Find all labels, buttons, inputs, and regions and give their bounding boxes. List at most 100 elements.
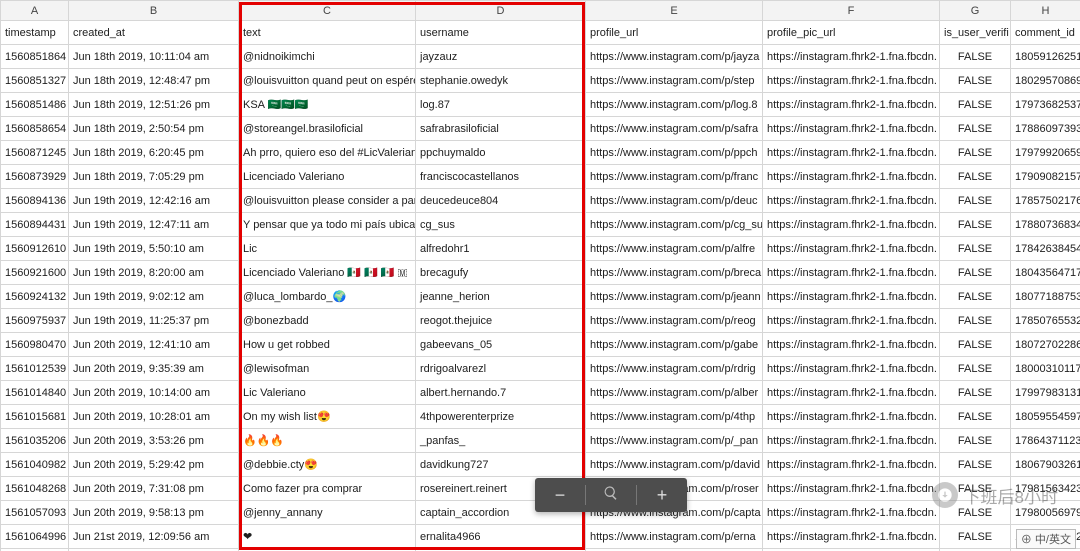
col-header-C[interactable]: C [239,1,416,21]
cell[interactable]: 1560894136 [1,189,69,213]
header-cell[interactable]: profile_url [586,21,763,45]
cell[interactable]: FALSE [940,405,1011,429]
cell[interactable]: Como fazer pra comprar [239,477,416,501]
cell[interactable]: https://instagram.fhrk2-1.fna.fbcdn. [763,357,940,381]
cell[interactable]: https://www.instagram.com/p/cg_su [586,213,763,237]
cell[interactable]: FALSE [940,309,1011,333]
cell[interactable]: Y pensar que ya todo mi país ubica e [239,213,416,237]
cell[interactable]: https://instagram.fhrk2-1.fna.fbcdn. [763,285,940,309]
cell[interactable]: 17909082157 [1011,165,1080,189]
cell[interactable]: 4thpowerenterprize [416,405,586,429]
cell[interactable]: 1561035206 [1,429,69,453]
cell[interactable]: @luca_lombardo_🌍 [239,285,416,309]
cell[interactable]: 1560873929 [1,165,69,189]
cell[interactable]: albert.hernando.7 [416,381,586,405]
cell[interactable]: KSA 🇸🇦🇸🇦🇸🇦 [239,93,416,117]
cell[interactable]: https://www.instagram.com/p/breca [586,261,763,285]
cell[interactable]: 1560912610 [1,237,69,261]
cell[interactable]: https://www.instagram.com/p/reog [586,309,763,333]
col-header-F[interactable]: F [763,1,940,21]
cell[interactable]: 1560980470 [1,333,69,357]
col-header-A[interactable]: A [1,1,69,21]
cell[interactable]: https://instagram.fhrk2-1.fna.fbcdn. [763,405,940,429]
header-cell[interactable]: created_at [69,21,239,45]
header-cell[interactable]: username [416,21,586,45]
cell[interactable]: 18067903261 [1011,453,1080,477]
cell[interactable]: FALSE [940,117,1011,141]
cell[interactable]: Ah prro, quiero eso del #LicValeriano [239,141,416,165]
cell[interactable]: @louisvuitton please consider a par [239,189,416,213]
cell[interactable]: ❤ [239,525,416,549]
cell[interactable]: Jun 20th 2019, 12:41:10 am [69,333,239,357]
ime-indicator[interactable]: ⊕ 中/英文 [1016,529,1076,549]
cell[interactable]: 1560851486 [1,93,69,117]
cell[interactable]: https://www.instagram.com/p/ppch [586,141,763,165]
cell[interactable]: 1560975937 [1,309,69,333]
cell[interactable]: https://www.instagram.com/p/_pan [586,429,763,453]
header-cell[interactable]: profile_pic_url [763,21,940,45]
cell[interactable]: FALSE [940,261,1011,285]
cell[interactable]: davidkung727 [416,453,586,477]
cell[interactable]: https://instagram.fhrk2-1.fna.fbcdn. [763,333,940,357]
header-cell[interactable]: comment_id [1011,21,1080,45]
cell[interactable]: 1560858654 [1,117,69,141]
cell[interactable]: gabeevans_05 [416,333,586,357]
zoom-out-button[interactable]: − [535,478,585,512]
cell[interactable]: @debbie.cty😍 [239,453,416,477]
cell[interactable]: 17980056979 [1011,501,1080,525]
cell[interactable]: https://www.instagram.com/p/safra [586,117,763,141]
zoom-in-button[interactable]: + [637,478,687,512]
cell[interactable]: 17850765532 [1011,309,1080,333]
cell[interactable]: 1561048268 [1,477,69,501]
cell[interactable]: jayzauz [416,45,586,69]
cell[interactable]: Jun 20th 2019, 5:29:42 pm [69,453,239,477]
cell[interactable]: https://www.instagram.com/p/jayza [586,45,763,69]
header-cell[interactable]: timestamp [1,21,69,45]
cell[interactable]: @louisvuitton quand peut on espére [239,69,416,93]
header-cell[interactable]: is_user_verifi [940,21,1011,45]
cell[interactable]: Jun 18th 2019, 12:48:47 pm [69,69,239,93]
cell[interactable]: FALSE [940,357,1011,381]
cell[interactable]: FALSE [940,285,1011,309]
cell[interactable]: brecagufy [416,261,586,285]
cell[interactable]: Licenciado Valeriano 🇲🇽 🇲🇽 🇲🇽 🇲 [239,261,416,285]
cell[interactable]: 1560851864 [1,45,69,69]
cell[interactable]: _panfas_ [416,429,586,453]
cell[interactable]: @nidnoikimchi [239,45,416,69]
cell[interactable]: ppchuymaldo [416,141,586,165]
cell[interactable]: 1560894431 [1,213,69,237]
zoom-reset-button[interactable] [586,478,636,512]
cell[interactable]: https://instagram.fhrk2-1.fna.fbcdn. [763,213,940,237]
cell[interactable]: Jun 20th 2019, 9:35:39 am [69,357,239,381]
cell[interactable]: 🔥🔥🔥 [239,429,416,453]
cell[interactable]: https://www.instagram.com/p/alber [586,381,763,405]
cell[interactable]: FALSE [940,141,1011,165]
cell[interactable]: Jun 18th 2019, 12:51:26 pm [69,93,239,117]
cell[interactable]: 1560871245 [1,141,69,165]
cell[interactable]: 1561064996 [1,525,69,549]
cell[interactable]: Jun 21st 2019, 12:09:56 am [69,525,239,549]
cell[interactable]: 17997983131 [1011,381,1080,405]
cell[interactable]: 18029570869 [1011,69,1080,93]
col-header-G[interactable]: G [940,1,1011,21]
cell[interactable]: https://instagram.fhrk2-1.fna.fbcdn. [763,117,940,141]
col-header-D[interactable]: D [416,1,586,21]
cell[interactable]: Jun 19th 2019, 12:47:11 am [69,213,239,237]
cell[interactable]: https://instagram.fhrk2-1.fna.fbcdn. [763,237,940,261]
cell[interactable]: https://www.instagram.com/p/alfre [586,237,763,261]
cell[interactable]: FALSE [940,477,1011,501]
cell[interactable]: FALSE [940,333,1011,357]
cell[interactable]: FALSE [940,429,1011,453]
spreadsheet-grid[interactable]: A B C D E F G H timestampcreated_attextu… [0,0,1080,551]
cell[interactable]: FALSE [940,381,1011,405]
cell[interactable]: https://instagram.fhrk2-1.fna.fbcdn. [763,429,940,453]
cell[interactable]: 17981563423 [1011,477,1080,501]
cell[interactable]: https://www.instagram.com/p/erna [586,525,763,549]
cell[interactable]: @storeangel.brasiloficial [239,117,416,141]
cell[interactable]: 1561012539 [1,357,69,381]
cell[interactable]: ernalita4966 [416,525,586,549]
cell[interactable]: Jun 19th 2019, 5:50:10 am [69,237,239,261]
cell[interactable]: jeanne_herion [416,285,586,309]
cell[interactable]: https://www.instagram.com/p/david [586,453,763,477]
cell[interactable]: 1561057093 [1,501,69,525]
